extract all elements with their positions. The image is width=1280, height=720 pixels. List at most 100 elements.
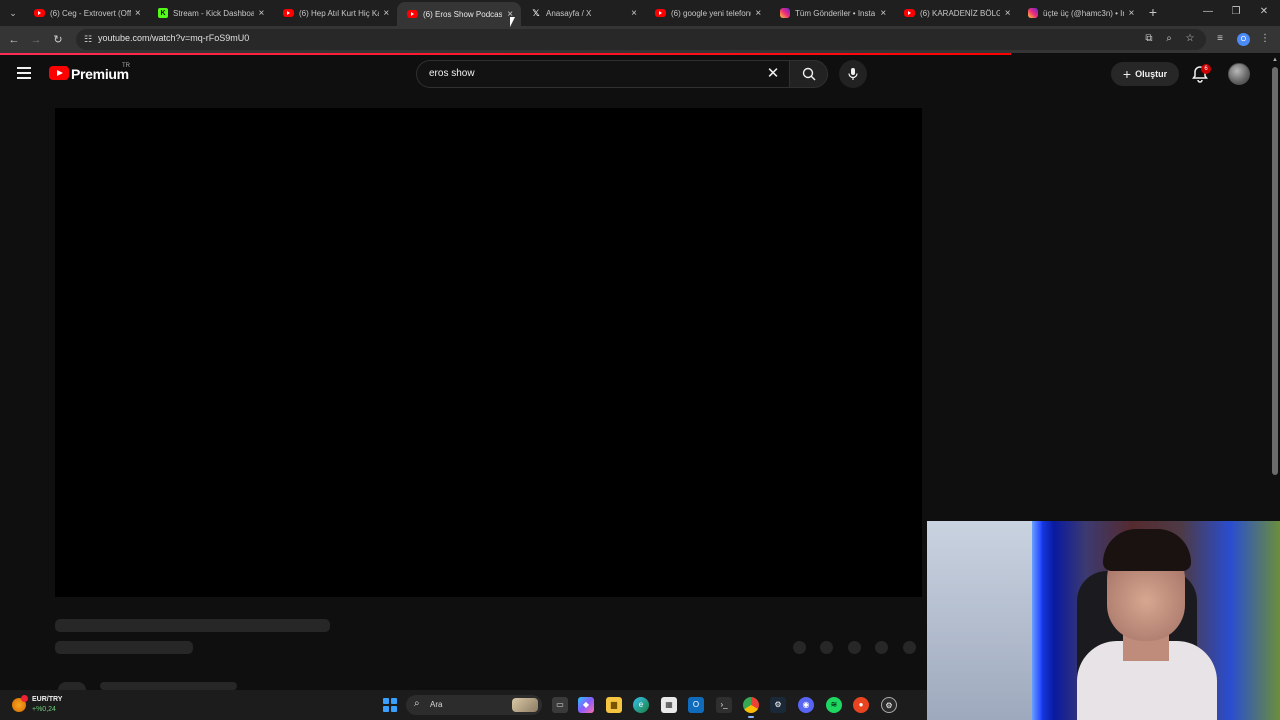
media-app-icon[interactable]: ●	[853, 697, 869, 713]
webcam-overlay	[927, 521, 1280, 720]
tab-search-chevron-icon[interactable]: ⌄	[4, 4, 22, 22]
video-player[interactable]	[55, 108, 922, 597]
tab-close-icon[interactable]: ×	[1003, 8, 1012, 19]
webcam-background-wall	[927, 521, 1032, 720]
tab-close-icon[interactable]: ×	[1127, 8, 1136, 19]
steam-icon[interactable]: ⚙	[770, 697, 786, 713]
mouse-cursor-icon	[510, 17, 515, 27]
description-skeleton	[100, 682, 237, 690]
tab-label: Stream - Kick Dashboard	[173, 8, 254, 18]
browser-profile-avatar[interactable]: O	[1237, 33, 1250, 46]
tab-close-icon[interactable]: ×	[134, 8, 142, 19]
tab-close-icon[interactable]: ×	[878, 8, 888, 19]
search-highlight-image	[512, 698, 538, 712]
copilot-icon[interactable]: ◆	[578, 697, 594, 713]
action-skeleton	[820, 641, 833, 654]
media-controls-icon[interactable]: ≡	[1212, 31, 1228, 47]
file-explorer-icon[interactable]: ▆	[606, 697, 622, 713]
channel-skeleton	[55, 641, 193, 654]
edge-browser-icon[interactable]: e	[633, 697, 649, 713]
webcam-neon-light	[1032, 521, 1042, 720]
browser-tab-strip: ⌄ (6) Ceg - Extrovert (Official × K Stre…	[0, 0, 1280, 26]
discord-icon[interactable]: ◉	[798, 697, 814, 713]
youtube-icon	[904, 9, 915, 17]
browser-tab[interactable]: (6) Hep Atıl Kurt Hiç Kar ×	[273, 2, 397, 24]
browser-tab[interactable]: Tüm Gönderiler • Instag ×	[770, 2, 894, 24]
forward-arrow-icon[interactable]: →	[27, 31, 45, 49]
webcam-person-hair	[1103, 529, 1191, 571]
new-tab-button[interactable]: +	[1145, 4, 1161, 20]
tab-label: (6) google yeni telefonu	[671, 8, 751, 18]
search-query: eros show	[429, 68, 475, 79]
tab-label: (6) KARADENİZ BÖLGES	[920, 8, 1001, 18]
create-label: Oluştur	[1135, 69, 1168, 79]
browser-tab[interactable]: (6) Ceg - Extrovert (Official ×	[24, 2, 148, 24]
search-icon: ⌕	[414, 698, 420, 709]
x-icon: 𝕏	[532, 7, 540, 18]
tab-close-icon[interactable]: ×	[754, 8, 764, 19]
youtube-logo-icon[interactable]	[49, 66, 69, 80]
scroll-up-arrow-icon[interactable]: ▲	[1272, 57, 1278, 63]
browser-menu-icon[interactable]: ⋮	[1257, 31, 1273, 47]
spotify-icon[interactable]: ≋	[826, 697, 842, 713]
create-button[interactable]: + Oluştur	[1111, 62, 1179, 86]
account-avatar[interactable]	[1228, 63, 1250, 85]
search-input[interactable]: eros show ✕	[416, 60, 789, 88]
minimize-icon[interactable]: —	[1194, 4, 1222, 20]
search-button[interactable]	[789, 60, 828, 88]
zoom-icon[interactable]: ⌕	[1161, 31, 1177, 47]
browser-tab-active[interactable]: (6) Eros Show Podcast ×	[397, 2, 521, 26]
instagram-icon	[1028, 8, 1038, 18]
taskbar-search-input[interactable]: ⌕ Ara	[406, 695, 542, 715]
settings-gear-icon[interactable]: ⚙	[881, 697, 897, 713]
action-skeleton	[875, 641, 888, 654]
youtube-header: Premium TR eros show ✕ + Oluştur	[0, 55, 1270, 95]
widget-badge	[21, 695, 28, 702]
browser-tab[interactable]: (6) google yeni telefonu ×	[645, 2, 769, 24]
windows-start-icon[interactable]	[383, 698, 397, 712]
reload-icon[interactable]: ↻	[49, 31, 67, 49]
title-skeleton	[55, 619, 330, 632]
avatar-skeleton	[58, 682, 86, 690]
tab-label: Anasayfa / X	[546, 8, 592, 18]
task-view-icon[interactable]: ▭	[552, 697, 568, 713]
browser-tab[interactable]: (6) KARADENİZ BÖLGES ×	[894, 2, 1018, 24]
tab-label: (6) Hep Atıl Kurt Hiç Kar	[299, 8, 379, 18]
site-info-icon[interactable]: ☷	[82, 33, 94, 45]
tab-label: (6) Ceg - Extrovert (Official	[50, 8, 131, 18]
terminal-icon[interactable]: ›_	[716, 697, 732, 713]
browser-tab[interactable]: K Stream - Kick Dashboard ×	[148, 2, 272, 24]
clear-search-icon[interactable]: ✕	[763, 64, 783, 84]
youtube-icon	[283, 9, 294, 17]
microphone-icon	[848, 68, 858, 80]
menu-icon[interactable]	[17, 67, 31, 79]
outlook-icon[interactable]: O	[688, 697, 704, 713]
close-window-icon[interactable]: ✕	[1250, 4, 1278, 20]
search-icon	[802, 67, 815, 81]
youtube-brand[interactable]: Premium	[71, 66, 129, 82]
browser-toolbar: ← → ↻ ☷ youtube.com/watch?v=mq-rFoS9mU0 …	[0, 26, 1280, 53]
action-skeleton	[848, 641, 861, 654]
tab-label: üçte üç (@hamc3n) • Ins	[1043, 8, 1124, 18]
address-bar[interactable]: ☷ youtube.com/watch?v=mq-rFoS9mU0	[76, 29, 1206, 50]
kick-icon: K	[158, 8, 168, 18]
bookmark-star-icon[interactable]: ☆	[1182, 31, 1198, 47]
browser-tab[interactable]: 𝕏 Anasayfa / X ×	[521, 2, 645, 24]
chrome-icon[interactable]	[743, 697, 759, 718]
browser-tab[interactable]: üçte üç (@hamc3n) • Ins ×	[1018, 2, 1142, 24]
install-app-icon[interactable]: ⧉	[1141, 31, 1157, 47]
youtube-icon	[655, 9, 666, 17]
plus-icon: +	[1122, 66, 1132, 82]
tab-close-icon[interactable]: ×	[257, 8, 266, 19]
back-arrow-icon[interactable]: ←	[5, 31, 23, 49]
restore-icon[interactable]: ❐	[1222, 4, 1250, 20]
tab-close-icon[interactable]: ×	[382, 8, 391, 19]
address-bar-url: youtube.com/watch?v=mq-rFoS9mU0	[98, 33, 250, 43]
microsoft-store-icon[interactable]: ▦	[661, 697, 677, 713]
windows-taskbar: EUR/TRY +%0,24 ⌕ Ara ▭ ◆ ▆ e ▦ O ›_ ⚙ ◉ …	[0, 690, 927, 720]
currency-pair[interactable]: EUR/TRY	[32, 696, 62, 703]
voice-search-button[interactable]	[839, 60, 867, 88]
youtube-icon	[407, 10, 418, 18]
scrollbar-thumb[interactable]	[1272, 67, 1278, 475]
tab-close-icon[interactable]: ×	[629, 8, 639, 19]
